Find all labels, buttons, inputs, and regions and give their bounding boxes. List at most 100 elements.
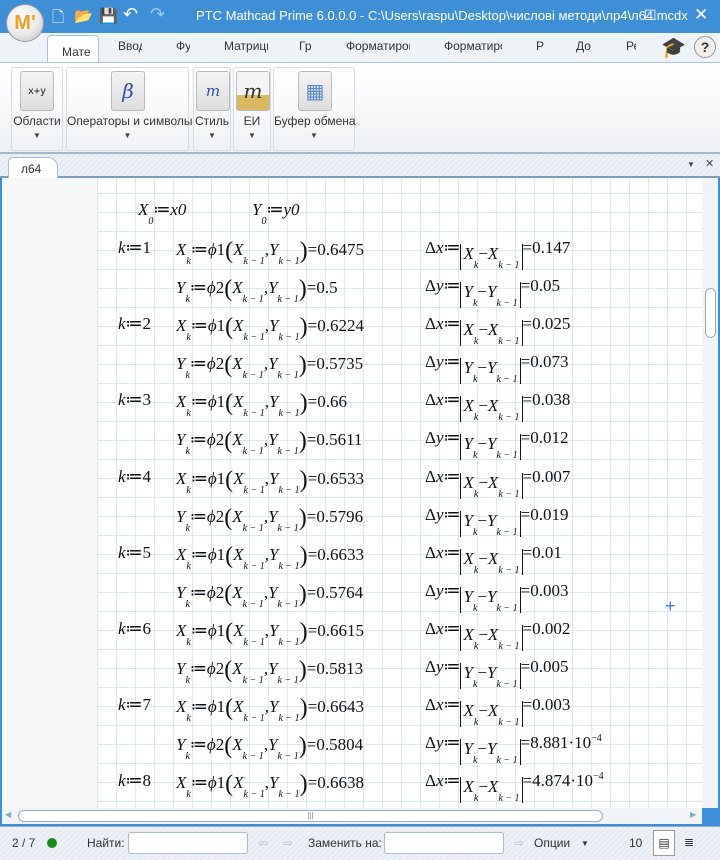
delta-y-formula-value: 0.003: [530, 580, 569, 600]
close-button[interactable]: ✕: [694, 5, 708, 25]
delta-x-formula[interactable]: Δx≔ Xk−Xk − 1=0.038: [425, 390, 571, 423]
x-iteration-formula[interactable]: Xk≔ϕ1(Xk − 1,Yk − 1)=0.6638: [176, 771, 364, 800]
draft-view-button[interactable]: ≣: [678, 830, 700, 856]
k-assignment[interactable]: k≔3: [118, 390, 151, 410]
tab-input[interactable]: Ввод: [118, 39, 142, 53]
tab-matrices[interactable]: Матрицы: [224, 39, 268, 53]
tab-plots[interactable]: Гр: [299, 39, 312, 53]
delta-x-formula[interactable]: Δx≔ Xk−Xk − 1=0.025: [425, 314, 570, 347]
delta-x-formula[interactable]: Δx≔ Xk−Xk − 1=0.01: [425, 543, 562, 576]
y-iteration-formula[interactable]: Yk≔ϕ2(Xk − 1,Yk − 1)=0.5804: [176, 733, 363, 762]
y-iteration-formula-value: 0.5804: [316, 735, 364, 755]
k-assignment[interactable]: k≔6: [118, 619, 151, 639]
y-iteration-formula-value: 0.5764: [316, 582, 364, 602]
k-assignment[interactable]: k≔2: [118, 314, 151, 334]
delta-x-formula[interactable]: Δx≔ Xk−Xk − 1=4.874·10−4: [425, 771, 604, 804]
find-input[interactable]: [128, 832, 248, 854]
tab-functions[interactable]: Фу: [176, 39, 190, 53]
x-iteration-formula[interactable]: Xk≔ϕ1(Xk − 1,Yk − 1)=0.66: [176, 390, 347, 419]
y-iteration-formula[interactable]: Yk≔ϕ2(Xk − 1,Yk − 1)=0.5796: [176, 505, 363, 534]
k-assignment[interactable]: k≔7: [118, 695, 151, 715]
style-group[interactable]: m Стиль ▼: [193, 67, 231, 151]
replace-label: Заменить на:: [308, 836, 382, 850]
clipboard-group[interactable]: ▦ Буфер обмена ▼: [273, 67, 356, 151]
delta-y-formula[interactable]: Δy≔ Yk−Yk − 1=0.003: [425, 580, 569, 614]
delta-y-formula[interactable]: Δy≔ Yk−Yk − 1=0.005: [425, 657, 569, 690]
delta-y-formula[interactable]: Δy≔ Yk−Yk − 1=0.012: [425, 428, 569, 461]
y-iteration-formula[interactable]: Yk≔ϕ2(Xk − 1,Yk − 1)=0.5611: [176, 428, 362, 457]
tab-format-text[interactable]: Форматиро: [444, 39, 502, 53]
tab-r[interactable]: Р: [536, 39, 544, 53]
k-assignment[interactable]: k≔4: [118, 467, 151, 487]
x-iteration-formula[interactable]: Xk≔ϕ1(Xk − 1,Yk − 1)=0.6633: [176, 543, 364, 572]
k-assignment[interactable]: k≔1: [118, 238, 151, 258]
page-view-button[interactable]: ▤: [653, 830, 675, 856]
x-iteration-formula[interactable]: Xk≔ϕ1(Xk − 1,Yk − 1)=0.6224: [176, 314, 364, 343]
init-x-region[interactable]: X0≔x0: [138, 200, 186, 227]
open-folder-icon[interactable]: 📂: [74, 7, 93, 25]
tab-format-math[interactable]: Форматиров: [346, 39, 410, 53]
replace-input[interactable]: [384, 832, 504, 854]
delta-y-formula[interactable]: Δy≔ Yk−Yk − 1=8.881·10−4: [425, 733, 602, 766]
tab-re[interactable]: Ре: [626, 39, 636, 53]
chevron-down-icon[interactable]: ▼: [581, 839, 589, 848]
document-tab[interactable]: л64: [8, 157, 58, 178]
scroll-right-icon[interactable]: ▶: [690, 810, 696, 819]
delta-y-formula[interactable]: Δy≔ Yk−Yk − 1=0.05: [425, 276, 560, 309]
beta-icon: β: [111, 71, 145, 111]
delta-y-formula-value: 0.05: [530, 276, 560, 295]
tab-list-chevron-icon[interactable]: ▼: [687, 160, 695, 169]
delta-x-formula[interactable]: Δx≔ Xk−Xk − 1=0.007: [425, 466, 571, 500]
horizontal-scrollbar[interactable]: ◀ ||| ▶: [2, 808, 702, 824]
y-iteration-formula[interactable]: Yk≔ϕ2(Xk − 1,Yk − 1)=0.5735: [176, 352, 363, 381]
delta-x-formula-value: 0.038: [532, 390, 571, 410]
zoom-level[interactable]: 10: [629, 836, 642, 850]
delta-x-formula[interactable]: Δx≔ Xk−Xk − 1=0.003: [425, 695, 570, 728]
chevron-down-icon: ▼: [33, 131, 41, 140]
y-iteration-formula-value: 0.5813: [316, 659, 364, 678]
x-iteration-formula[interactable]: Xk≔ϕ1(Xk − 1,Yk − 1)=0.6643: [176, 695, 364, 724]
find-next-icon[interactable]: ⇨: [283, 836, 293, 850]
units-label: ЕИ: [243, 114, 261, 128]
find-previous-icon[interactable]: ⇦: [258, 836, 268, 850]
y-iteration-formula[interactable]: Yk≔ϕ2(Xk − 1,Yk − 1)=0.5813: [176, 657, 363, 686]
vertical-scroll-thumb[interactable]: [705, 288, 716, 338]
undo-icon[interactable]: ↶: [123, 4, 138, 25]
operators-group[interactable]: β Операторы и символы ▼: [66, 67, 193, 151]
delta-x-formula-value: 4.874·10−4: [532, 771, 604, 791]
init-y-region[interactable]: Y0≔y0: [252, 200, 300, 227]
graduation-cap-icon[interactable]: 🎓: [661, 35, 686, 60]
delta-x-formula[interactable]: Δx≔ Xk−Xk − 1=0.002: [425, 619, 570, 652]
options-dropdown[interactable]: Опции: [534, 836, 570, 850]
x-iteration-formula[interactable]: Xk≔ϕ1(Xk − 1,Yk − 1)=0.6533: [176, 467, 364, 496]
x-iteration-formula[interactable]: Xk≔ϕ1(Xk − 1,Yk − 1)=0.6615: [176, 619, 364, 648]
delta-x-formula-value: 0.007: [532, 466, 571, 486]
maximize-button[interactable]: ☐: [644, 7, 657, 24]
units-group[interactable]: m ЕИ ▼: [233, 67, 271, 151]
regions-icon: x+y: [20, 71, 54, 111]
scroll-left-icon[interactable]: ◀: [5, 810, 11, 819]
regions-group[interactable]: x+y Области ▼: [11, 67, 63, 151]
k-assignment[interactable]: k≔8: [118, 771, 151, 791]
help-icon[interactable]: ?: [694, 36, 716, 58]
tab-math[interactable]: Мате: [47, 35, 99, 65]
close-document-icon[interactable]: ✕: [705, 157, 714, 170]
replace-icon[interactable]: ⇨: [514, 836, 524, 850]
delta-y-formula[interactable]: Δy≔ Yk−Yk − 1=0.019: [425, 504, 569, 538]
x-iteration-formula[interactable]: Xk≔ϕ1(Xk − 1,Yk − 1)=0.6475: [176, 238, 364, 267]
mathcad-logo-button[interactable]: M': [6, 4, 44, 42]
redo-icon[interactable]: ↷: [150, 4, 165, 25]
vertical-scrollbar[interactable]: [702, 178, 718, 808]
delta-x-formula[interactable]: Δx≔ Xk−Xk − 1=0.147: [425, 238, 570, 271]
save-icon[interactable]: 💾: [99, 7, 118, 25]
delta-y-formula[interactable]: Δy≔ Yk−Yk − 1=0.073: [425, 352, 569, 385]
y-iteration-formula[interactable]: Yk≔ϕ2(Xk − 1,Yk − 1)=0.5764: [176, 581, 363, 610]
worksheet[interactable]: X0≔x0 Y0≔y0 k≔1 Xk≔ϕ1(Xk − 1,Yk − 1)=0.64…: [2, 178, 702, 808]
horizontal-scroll-thumb[interactable]: |||: [18, 810, 603, 822]
k-assignment[interactable]: k≔5: [118, 543, 151, 563]
tab-do[interactable]: До: [576, 39, 591, 53]
delta-y-formula-value: 0.019: [530, 504, 569, 524]
k-value: 8: [142, 771, 152, 791]
new-document-icon[interactable]: 🗋: [52, 7, 64, 32]
y-iteration-formula[interactable]: Yk≔ϕ2(Xk − 1,Yk − 1)=0.5: [176, 276, 338, 305]
